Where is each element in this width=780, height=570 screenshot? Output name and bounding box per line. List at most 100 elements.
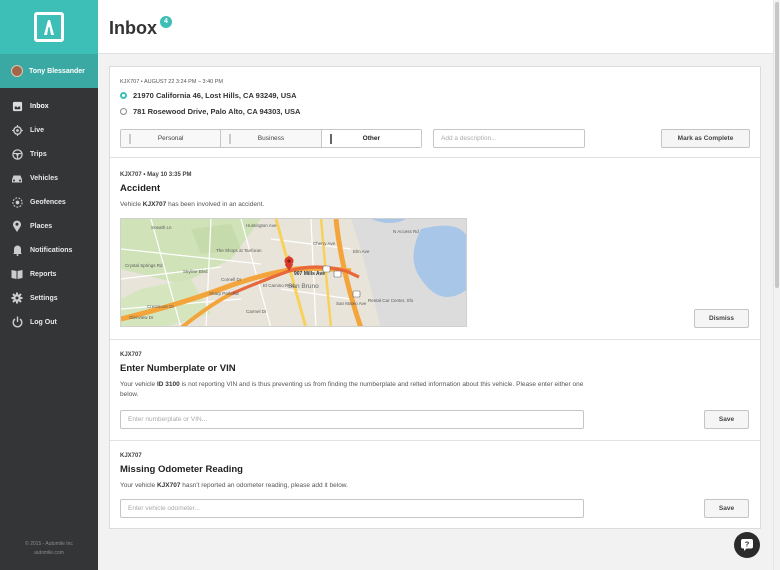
segment-indicator [129, 134, 131, 144]
odometer-vehicle-id: KJX707 [156, 482, 181, 489]
map-label-sharp-park: Sharp Park Rd [209, 291, 239, 296]
dismiss-button[interactable]: Dismiss [694, 309, 749, 328]
segment-label: Other [362, 135, 380, 142]
odometer-input[interactable] [120, 499, 584, 518]
mark-complete-button[interactable]: Mark as Complete [661, 129, 750, 148]
trip-card: KJX707 • AUGUST 22 3:24 PM – 3:40 PM 219… [110, 67, 760, 158]
user-profile[interactable]: Tony Blessander [0, 54, 98, 88]
sidebar-item-label: Live [30, 126, 45, 134]
vin-meta: KJX707 [120, 352, 142, 358]
sidebar-item-geofences[interactable]: Geofences [0, 190, 98, 214]
sidebar-item-label: Inbox [30, 102, 49, 110]
map-label-san-mateo: San Mateo Ave [336, 301, 367, 306]
inbox-list: KJX707 • AUGUST 22 3:24 PM – 3:40 PM 219… [109, 66, 761, 529]
sidebar-item-settings[interactable]: Settings [0, 286, 98, 310]
book-icon [11, 268, 23, 280]
segment-label: Business [257, 135, 285, 142]
svg-text:?: ? [745, 540, 750, 549]
sidebar-item-label: Geofences [30, 198, 66, 206]
bell-icon [11, 244, 23, 256]
automile-logo-icon [34, 12, 64, 42]
copyright-text: © 2015 - Automile Inc [25, 541, 73, 547]
sidebar-item-live[interactable]: Live [0, 118, 98, 142]
inbox-count-badge: 4 [160, 16, 172, 28]
start-point-icon [120, 92, 127, 99]
sidebar-item-trips[interactable]: Trips [0, 142, 98, 166]
avatar [11, 65, 23, 77]
sidebar-item-places[interactable]: Places [0, 214, 98, 238]
sidebar-item-label: Trips [30, 150, 47, 158]
map-label-cornell: Cornell Dr [221, 277, 242, 282]
trip-category-selector: Personal Business Other [120, 129, 422, 148]
accident-map[interactable]: 907 Mills Ave San Bruno The Shops at Tan… [120, 218, 467, 327]
segment-personal[interactable]: Personal [121, 130, 222, 147]
map-label-sneath: Sneath Ln [151, 225, 172, 230]
odometer-card: KJX707 Missing Odometer Reading Your veh… [110, 441, 760, 530]
accident-text-pre: Vehicle [120, 201, 143, 208]
trip-description-input[interactable] [433, 129, 585, 148]
map-label-access-rd: N Access Rd [393, 229, 419, 234]
vin-text: Your vehicle ID 3100 is not reporting VI… [120, 380, 590, 400]
sidebar-item-label: Places [30, 222, 53, 230]
sidebar-item-label: Notifications [30, 246, 73, 254]
odometer-save-button[interactable]: Save [704, 499, 749, 518]
odometer-text: Your vehicle KJX707 hasn't reported an o… [120, 481, 348, 491]
odometer-text-post: hasn't reported an odometer reading, ple… [180, 482, 348, 489]
accident-vehicle-id: KJX707 [142, 201, 167, 208]
sidebar-item-notifications[interactable]: Notifications [0, 238, 98, 262]
crosshair-icon [11, 124, 23, 136]
vin-title: Enter Numberplate or VIN [120, 363, 236, 374]
map-pin-icon [11, 220, 23, 232]
sidebar-item-logout[interactable]: Log Out [0, 310, 98, 334]
map-label-tanforan: The Shops at Tanforan [216, 248, 262, 253]
map-label-skyline: Skyline Blvd [183, 269, 208, 274]
map-pin-label: 907 Mills Ave [294, 271, 326, 277]
map-label-crystal-springs: Crystal Springs Rd [125, 263, 163, 268]
odometer-title: Missing Odometer Reading [120, 464, 243, 475]
vin-text-post: is not reporting VIN and is thus prevent… [120, 381, 584, 398]
inbox-icon [11, 100, 23, 112]
vin-input[interactable] [120, 410, 584, 429]
vin-vehicle-id: ID 3100 [156, 381, 180, 388]
power-icon [11, 316, 23, 328]
segment-label: Personal [157, 135, 184, 142]
sidebar-item-reports[interactable]: Reports [0, 262, 98, 286]
user-name: Tony Blessander [29, 67, 85, 75]
vin-text-pre: Your vehicle [120, 381, 157, 388]
trip-to-address: 781 Rosewood Drive, Palo Alto, CA 94303,… [120, 107, 300, 116]
map-label-carmel: Carmel Dr [246, 309, 267, 314]
help-chat-button[interactable]: ? [734, 532, 760, 558]
segment-other[interactable]: Other [321, 130, 421, 147]
map-label-crestmoor: Crestmoor Dr [147, 304, 175, 309]
car-icon [11, 172, 23, 184]
site-link[interactable]: automile.com [0, 549, 98, 558]
sidebar-item-inbox[interactable]: Inbox [0, 94, 98, 118]
page-title: Inbox [109, 18, 157, 38]
sidebar-footer: © 2015 - Automile Inc automile.com [0, 540, 98, 558]
page-scrollbar[interactable] [773, 0, 780, 570]
vin-save-button[interactable]: Save [704, 410, 749, 429]
trip-meta: KJX707 • AUGUST 22 3:24 PM – 3:40 PM [120, 79, 224, 85]
segment-business[interactable]: Business [221, 130, 322, 147]
geofence-icon [11, 196, 23, 208]
sidebar-nav: Inbox Live Trips Vehicles Geofences Plac… [0, 94, 98, 334]
gear-icon [11, 292, 23, 304]
sidebar-item-label: Reports [30, 270, 57, 278]
vin-card: KJX707 Enter Numberplate or VIN Your veh… [110, 340, 760, 441]
accident-card: KJX707 • May 10 3:35 PM Accident Vehicle… [110, 158, 760, 340]
segment-indicator [329, 134, 332, 144]
steering-wheel-icon [11, 148, 23, 160]
map-label-el-camino: El Camino Real [263, 283, 295, 288]
accident-meta: KJX707 • May 10 3:35 PM [120, 172, 192, 178]
map-label-huntington: Huntington Ave [246, 223, 277, 228]
sidebar-item-vehicles[interactable]: Vehicles [0, 166, 98, 190]
end-point-icon [120, 108, 127, 115]
map-label-glenview: Glenview Dr [129, 315, 154, 320]
sidebar: Tony Blessander Inbox Live Trips Vehicle… [0, 0, 98, 570]
odometer-meta: KJX707 [120, 453, 142, 459]
page-header: Inbox 4 [98, 0, 773, 54]
logo-area[interactable] [0, 0, 98, 54]
accident-title: Accident [120, 183, 161, 194]
scrollbar-thumb[interactable] [775, 2, 779, 288]
accident-text: Vehicle KJX707 has been involved in an a… [120, 200, 264, 210]
